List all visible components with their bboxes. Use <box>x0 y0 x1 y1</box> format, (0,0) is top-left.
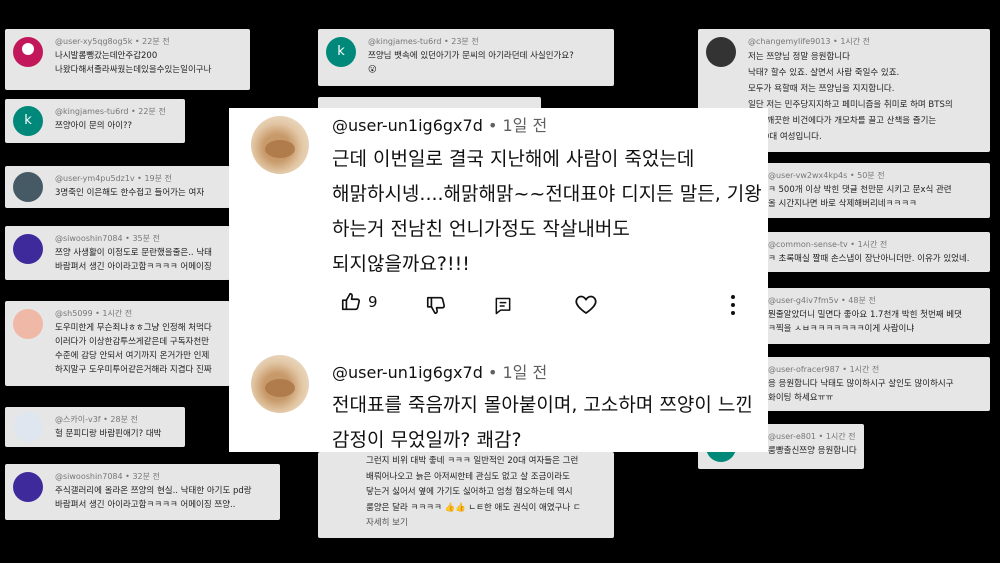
comment-text: 응 응원합니다 낙태도 많이하시구 살인도 많이하시구 화이팅 하세요ㅠㅠ <box>768 379 954 403</box>
bg-comment-card: 그런지 비위 대박 좋네 ㅋㅋㅋ 일반적인 20대 여자들은 그런 배뤄어나오고 … <box>318 452 614 538</box>
comment-text: 나시발롬뺑갔는데안주갑200 나왔다해서졸라싸웠는데있을수있는일이구나 <box>55 51 212 75</box>
comment-text: ㅋ 500개 이상 박힌 댓글 천만문 시키고 문x식 관련 올 시간지나면 바로… <box>768 185 952 209</box>
thumbs-up-icon <box>341 292 361 311</box>
reply-icon <box>495 297 511 315</box>
comment-author[interactable]: @user-un1ig6gx7d <box>332 116 483 135</box>
reply-button[interactable] <box>493 296 513 316</box>
bg-comment-card: @siwooshin7084 • 35분 전 쯔양 사생활이 이정도로 문란했을… <box>5 226 230 280</box>
avatar <box>13 234 43 264</box>
comment-meta: @common-sense-tv • 1시간 전 <box>768 240 888 249</box>
comment-meta: @user-ofracer987 • 1시간 전 <box>768 365 880 374</box>
heart-button[interactable] <box>574 293 598 315</box>
comment-meta: @user-xy5qg8og5k • 22분 전 <box>55 37 170 46</box>
like-count: 9 <box>368 293 378 311</box>
comment-text: 쯔양 사생활이 이정도로 문란했을줄은.. 낙태 바람펴서 생긴 아이라고함ㅋㅋㅋ… <box>55 248 212 272</box>
comment-text: 룸빵출신쯔양 응원합니다 <box>768 446 857 456</box>
bg-comment-card: @sh5099 • 1시간 전 도우미한게 무슨죄냐ㅎㅎ그냥 인정해 처먹다 이러… <box>5 301 230 386</box>
comment-thread-panel: @user-un1ig6gx7d • 1일 전 근데 이번일로 결국 지난해에 … <box>229 108 768 452</box>
comment-meta: @user-g4iv7fm5v • 48분 전 <box>768 296 876 305</box>
avatar <box>13 172 43 202</box>
heart-icon <box>575 295 597 315</box>
comment-text: 근데 이번일로 결국 지난해에 사람이 죽었는데 해맑하시넹....해맑해맑~~… <box>332 148 762 275</box>
comment-text: 주식갤러리에 올라온 쯔양의 현실.. 낙태한 아기도 pd랑 바람펴서 생긴 아… <box>55 486 252 510</box>
bg-comment-card: @siwooshin7084 • 32분 전 주식갤러리에 올라온 쯔양의 현실… <box>5 464 280 520</box>
comment-text: 전대표를 죽음까지 몰아붙이며, 고소하며 쯔양이 느낀 감정이 무었일까? 쾌… <box>332 394 753 451</box>
comment-time: 1일 전 <box>502 363 548 382</box>
more-options-button[interactable] <box>729 294 737 316</box>
comment-text: 뭔줄알았더니 밀면다 좋아요 1.7천개 박힌 첫번째 베댓 ㅋ찍을 ㅅㅂㅋㅋㅋㅋ… <box>768 310 962 334</box>
comment-meta: @user-e801 • 1시간 전 <box>768 432 856 441</box>
comment-text: 저는 쯔양님 정말 응원합니다 낙태? 할수 있죠. 살면서 사람 죽일수 있죠.… <box>748 52 953 142</box>
like-button[interactable]: 9 <box>340 291 378 313</box>
avatar <box>13 472 43 502</box>
comment-text: 쯔양님 뱃속에 있던아기가 문씨의 아기라던데 사실인가요? 😮 <box>368 51 574 75</box>
comment-text: 도우미한게 무슨죄냐ㅎㅎ그냥 인정해 처먹다 이러다가 이상한감투쓰게같은데 구독… <box>55 323 212 375</box>
comment-text: 그런지 비위 대박 좋네 ㅋㅋㅋ 일반적인 20대 여자들은 그런 배뤄어나오고 … <box>366 456 581 528</box>
comment-text: 헐 문피디랑 바람핀애기? 대박 <box>55 429 162 439</box>
comment-time: 1일 전 <box>502 116 548 135</box>
comment-meta: @siwooshin7084 • 32분 전 <box>55 472 160 481</box>
comment-meta: @user-un1ig6gx7d • 1일 전 <box>332 116 548 135</box>
comment-text: 쯔양아이 문의 아이?? <box>55 121 132 131</box>
avatar: k <box>13 106 43 136</box>
avatar <box>13 309 43 339</box>
bg-comment-card: @스카이-v3f • 28분 전 헐 문피디랑 바람핀애기? 대박 <box>5 407 185 447</box>
avatar: k <box>326 37 356 67</box>
comment-meta: @kingjames-tu6rd • 23분 전 <box>368 37 479 46</box>
thumbs-down-icon <box>426 296 446 315</box>
screen: { "bg_comments": [ {"user":"@user-xy5qg8… <box>0 0 1000 563</box>
avatar <box>13 412 43 442</box>
bg-comment-card: k @kingjames-tu6rd • 23분 전 쯔양님 뱃속에 있던아기가… <box>318 29 614 86</box>
comment-meta: @user-vw2wx4kp4s • 50분 전 <box>768 171 885 180</box>
comment-meta: @user-un1ig6gx7d • 1일 전 <box>332 363 548 382</box>
comment-meta: @user-ym4pu5dz1v • 19분 전 <box>55 174 172 183</box>
avatar[interactable] <box>251 116 309 174</box>
avatar[interactable] <box>251 355 309 413</box>
avatar <box>13 37 43 67</box>
bg-comment-card: @user-xy5qg8og5k • 22분 전 나시발롬뺑갔는데안주갑200 나… <box>5 29 250 90</box>
dislike-button[interactable] <box>425 294 447 316</box>
comment-text: 3명죽인 이은해도 한수접고 들어가는 여자 <box>55 188 205 198</box>
comment-meta: @sh5099 • 1시간 전 <box>55 309 133 318</box>
comment-meta: @kingjames-tu6rd • 22분 전 <box>55 107 166 116</box>
bg-comment-card: @user-ym4pu5dz1v • 19분 전 3명죽인 이은해도 한수접고 … <box>5 166 230 208</box>
bg-comment-card: k @kingjames-tu6rd • 22분 전 쯔양아이 문의 아이?? <box>5 99 185 143</box>
more-vert-icon <box>731 295 735 315</box>
comment-meta: @siwooshin7084 • 35분 전 <box>55 234 160 243</box>
avatar <box>706 37 736 67</box>
comment-text: ㅋ 초록매실 짤때 손스냅이 장난아니더만. 이유가 있었네. <box>768 254 970 264</box>
comment-meta: @스카이-v3f • 28분 전 <box>55 415 138 424</box>
comment-author[interactable]: @user-un1ig6gx7d <box>332 363 483 382</box>
comment-meta: @changemylife9013 • 1시간 전 <box>748 37 871 46</box>
